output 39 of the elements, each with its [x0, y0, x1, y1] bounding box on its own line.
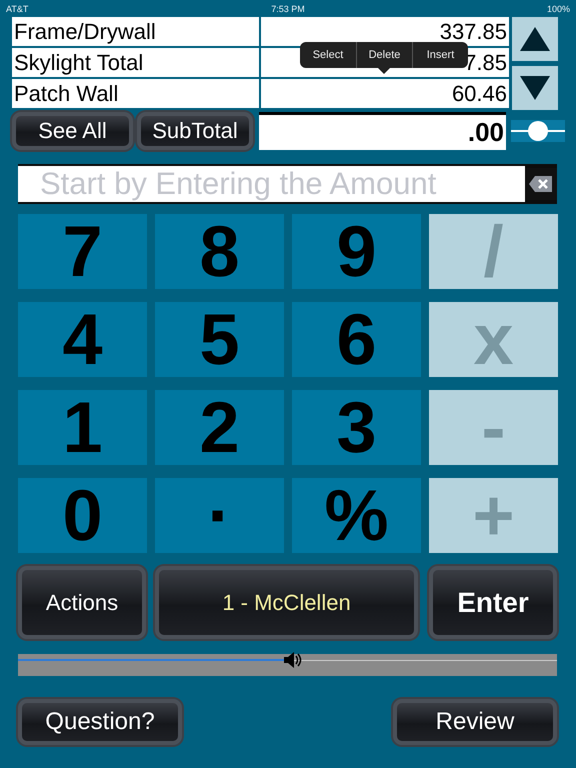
enter-button[interactable]: Enter	[429, 566, 557, 639]
digit-key[interactable]: 4	[18, 302, 147, 377]
backspace-icon[interactable]	[528, 174, 554, 194]
speaker-icon[interactable]	[282, 651, 303, 669]
entry-label: Frame/Drywall	[12, 17, 259, 46]
digit-key[interactable]: 1	[18, 390, 147, 465]
slider-thumb[interactable]	[528, 121, 548, 141]
menu-item[interactable]: Insert	[412, 42, 468, 68]
digit-key[interactable]: ·	[155, 478, 284, 553]
digit-key[interactable]: 0	[18, 478, 147, 553]
digit-key[interactable]: 8	[155, 214, 284, 289]
carrier-text: AT&T	[6, 4, 28, 14]
scroll-up-button[interactable]	[512, 17, 558, 61]
entry-label: Skylight Total	[12, 48, 259, 77]
question-button[interactable]: Question?	[18, 699, 182, 745]
battery-text: 100%	[546, 4, 570, 14]
digit-key[interactable]: %	[292, 478, 421, 553]
entry-label: Patch Wall	[12, 79, 259, 108]
digit-key[interactable]: 5	[155, 302, 284, 377]
review-button[interactable]: Review	[393, 699, 557, 745]
digit-key[interactable]: 7	[18, 214, 147, 289]
total-value: .00	[259, 112, 506, 150]
slider[interactable]	[511, 120, 565, 142]
up-triangle-icon	[520, 27, 550, 51]
amount-field[interactable]: Start by Entering the Amount	[18, 164, 557, 204]
summary-button[interactable]: SubTotal	[137, 112, 253, 150]
volume-slider[interactable]	[18, 654, 557, 676]
clock-text: 7:53 PM	[271, 4, 305, 14]
digit-key[interactable]: 9	[292, 214, 421, 289]
digit-key[interactable]: 3	[292, 390, 421, 465]
summary-button[interactable]: See All	[12, 112, 133, 150]
actions-button[interactable]: Actions	[18, 566, 146, 639]
project-button[interactable]: 1 - McClellen	[155, 566, 418, 639]
entry-value: 337.85	[261, 17, 509, 46]
digit-key[interactable]: 6	[292, 302, 421, 377]
digit-key[interactable]: 2	[155, 390, 284, 465]
down-triangle-icon	[520, 76, 550, 100]
entry-value: 60.46	[261, 79, 509, 108]
scroll-down-button[interactable]	[512, 66, 558, 110]
